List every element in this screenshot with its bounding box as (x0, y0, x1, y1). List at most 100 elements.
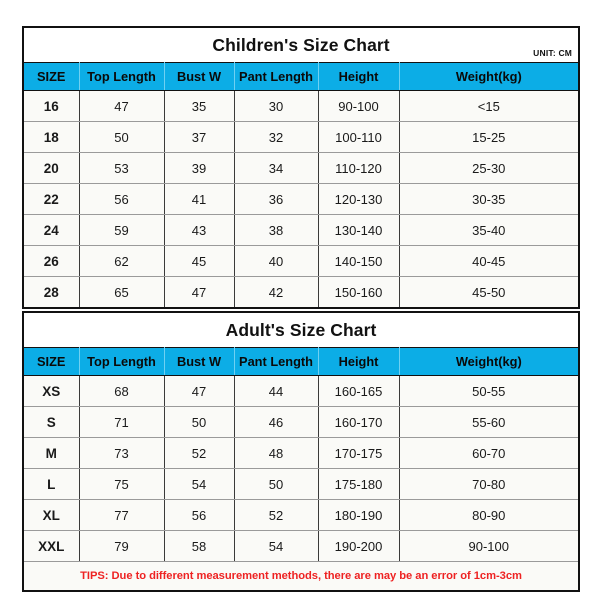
adult-title-cell: Adult's Size Chart (23, 312, 580, 348)
cell-height: 150-160 (317, 276, 400, 308)
cell-bust-w: 47 (163, 375, 235, 407)
table-row: 20 53 39 34 110-120 25-30 (23, 152, 580, 184)
cell-bust-w: 45 (163, 245, 235, 277)
table-row: 16 47 35 30 90-100 <15 (23, 90, 580, 122)
adult-col-height: Height (317, 347, 400, 376)
adult-col-bust-w: Bust W (163, 347, 235, 376)
cell-top-length: 79 (78, 530, 165, 562)
cell-pant-length: 34 (233, 152, 319, 184)
cell-size: XL (23, 499, 80, 531)
cell-pant-length: 48 (233, 437, 319, 469)
cell-size: S (23, 406, 80, 438)
cell-pant-length: 46 (233, 406, 319, 438)
size-chart-stack: Children's Size Chart UNIT: CM SIZE Top … (22, 26, 581, 592)
cell-pant-length: 54 (233, 530, 319, 562)
cell-top-length: 62 (78, 245, 165, 277)
cell-top-length: 59 (78, 214, 165, 246)
table-row: 26 62 45 40 140-150 40-45 (23, 245, 580, 277)
cell-top-length: 53 (78, 152, 165, 184)
cell-pant-length: 52 (233, 499, 319, 531)
cell-height: 190-200 (317, 530, 400, 562)
cell-height: 100-110 (317, 121, 400, 153)
children-title-cell: Children's Size Chart UNIT: CM (23, 27, 580, 63)
children-col-size: SIZE (23, 62, 80, 91)
cell-weight: 60-70 (398, 437, 580, 469)
cell-size: 24 (23, 214, 80, 246)
adult-col-size: SIZE (23, 347, 80, 376)
cell-weight: 45-50 (398, 276, 580, 308)
cell-top-length: 71 (78, 406, 165, 438)
cell-size: 28 (23, 276, 80, 308)
cell-bust-w: 39 (163, 152, 235, 184)
cell-top-length: 47 (78, 90, 165, 122)
cell-weight: <15 (398, 90, 580, 122)
children-size-table: Children's Size Chart UNIT: CM SIZE Top … (22, 26, 581, 309)
cell-weight: 55-60 (398, 406, 580, 438)
cell-weight: 30-35 (398, 183, 580, 215)
children-title-row: Children's Size Chart UNIT: CM (23, 27, 580, 63)
size-chart-page: Children's Size Chart UNIT: CM SIZE Top … (0, 0, 600, 600)
cell-bust-w: 54 (163, 468, 235, 500)
table-row: 24 59 43 38 130-140 35-40 (23, 214, 580, 246)
cell-size: XXL (23, 530, 80, 562)
tips-row: TIPS: Due to different measurement metho… (23, 561, 580, 591)
cell-top-length: 77 (78, 499, 165, 531)
cell-height: 170-175 (317, 437, 400, 469)
cell-bust-w: 56 (163, 499, 235, 531)
cell-size: 20 (23, 152, 80, 184)
table-row: XL 77 56 52 180-190 80-90 (23, 499, 580, 531)
cell-size: XS (23, 375, 80, 407)
children-chart-title: Children's Size Chart (212, 35, 390, 55)
cell-pant-length: 38 (233, 214, 319, 246)
cell-bust-w: 37 (163, 121, 235, 153)
children-col-height: Height (317, 62, 400, 91)
adult-header-row: SIZE Top Length Bust W Pant Length Heigh… (23, 347, 580, 376)
table-row: 18 50 37 32 100-110 15-25 (23, 121, 580, 153)
adult-title-row: Adult's Size Chart (23, 312, 580, 348)
cell-top-length: 65 (78, 276, 165, 308)
table-row: XS 68 47 44 160-165 50-55 (23, 375, 580, 407)
adult-col-weight: Weight(kg) (398, 347, 580, 376)
children-col-top-length: Top Length (78, 62, 165, 91)
cell-size: 26 (23, 245, 80, 277)
cell-size: M (23, 437, 80, 469)
cell-height: 130-140 (317, 214, 400, 246)
cell-weight: 80-90 (398, 499, 580, 531)
cell-height: 160-170 (317, 406, 400, 438)
cell-top-length: 50 (78, 121, 165, 153)
children-unit-label: UNIT: CM (533, 48, 573, 58)
cell-weight: 70-80 (398, 468, 580, 500)
cell-size: 22 (23, 183, 80, 215)
table-row: L 75 54 50 175-180 70-80 (23, 468, 580, 500)
cell-bust-w: 43 (163, 214, 235, 246)
cell-height: 140-150 (317, 245, 400, 277)
cell-pant-length: 32 (233, 121, 319, 153)
table-row: S 71 50 46 160-170 55-60 (23, 406, 580, 438)
cell-size: L (23, 468, 80, 500)
cell-height: 160-165 (317, 375, 400, 407)
cell-pant-length: 50 (233, 468, 319, 500)
cell-bust-w: 50 (163, 406, 235, 438)
cell-size: 18 (23, 121, 80, 153)
cell-weight: 50-55 (398, 375, 580, 407)
cell-top-length: 75 (78, 468, 165, 500)
adult-col-top-length: Top Length (78, 347, 165, 376)
cell-bust-w: 52 (163, 437, 235, 469)
cell-bust-w: 35 (163, 90, 235, 122)
adult-size-table: Adult's Size Chart SIZE Top Length Bust … (22, 311, 581, 592)
children-col-weight: Weight(kg) (398, 62, 580, 91)
cell-weight: 15-25 (398, 121, 580, 153)
cell-pant-length: 40 (233, 245, 319, 277)
cell-bust-w: 47 (163, 276, 235, 308)
table-row: XXL 79 58 54 190-200 90-100 (23, 530, 580, 562)
tips-note: TIPS: Due to different measurement metho… (23, 561, 580, 591)
table-row: 22 56 41 36 120-130 30-35 (23, 183, 580, 215)
cell-bust-w: 58 (163, 530, 235, 562)
cell-bust-w: 41 (163, 183, 235, 215)
children-header-row: SIZE Top Length Bust W Pant Length Heigh… (23, 62, 580, 91)
adult-col-pant-length: Pant Length (233, 347, 319, 376)
adult-chart-title: Adult's Size Chart (225, 320, 377, 340)
cell-top-length: 68 (78, 375, 165, 407)
children-col-bust-w: Bust W (163, 62, 235, 91)
cell-weight: 40-45 (398, 245, 580, 277)
